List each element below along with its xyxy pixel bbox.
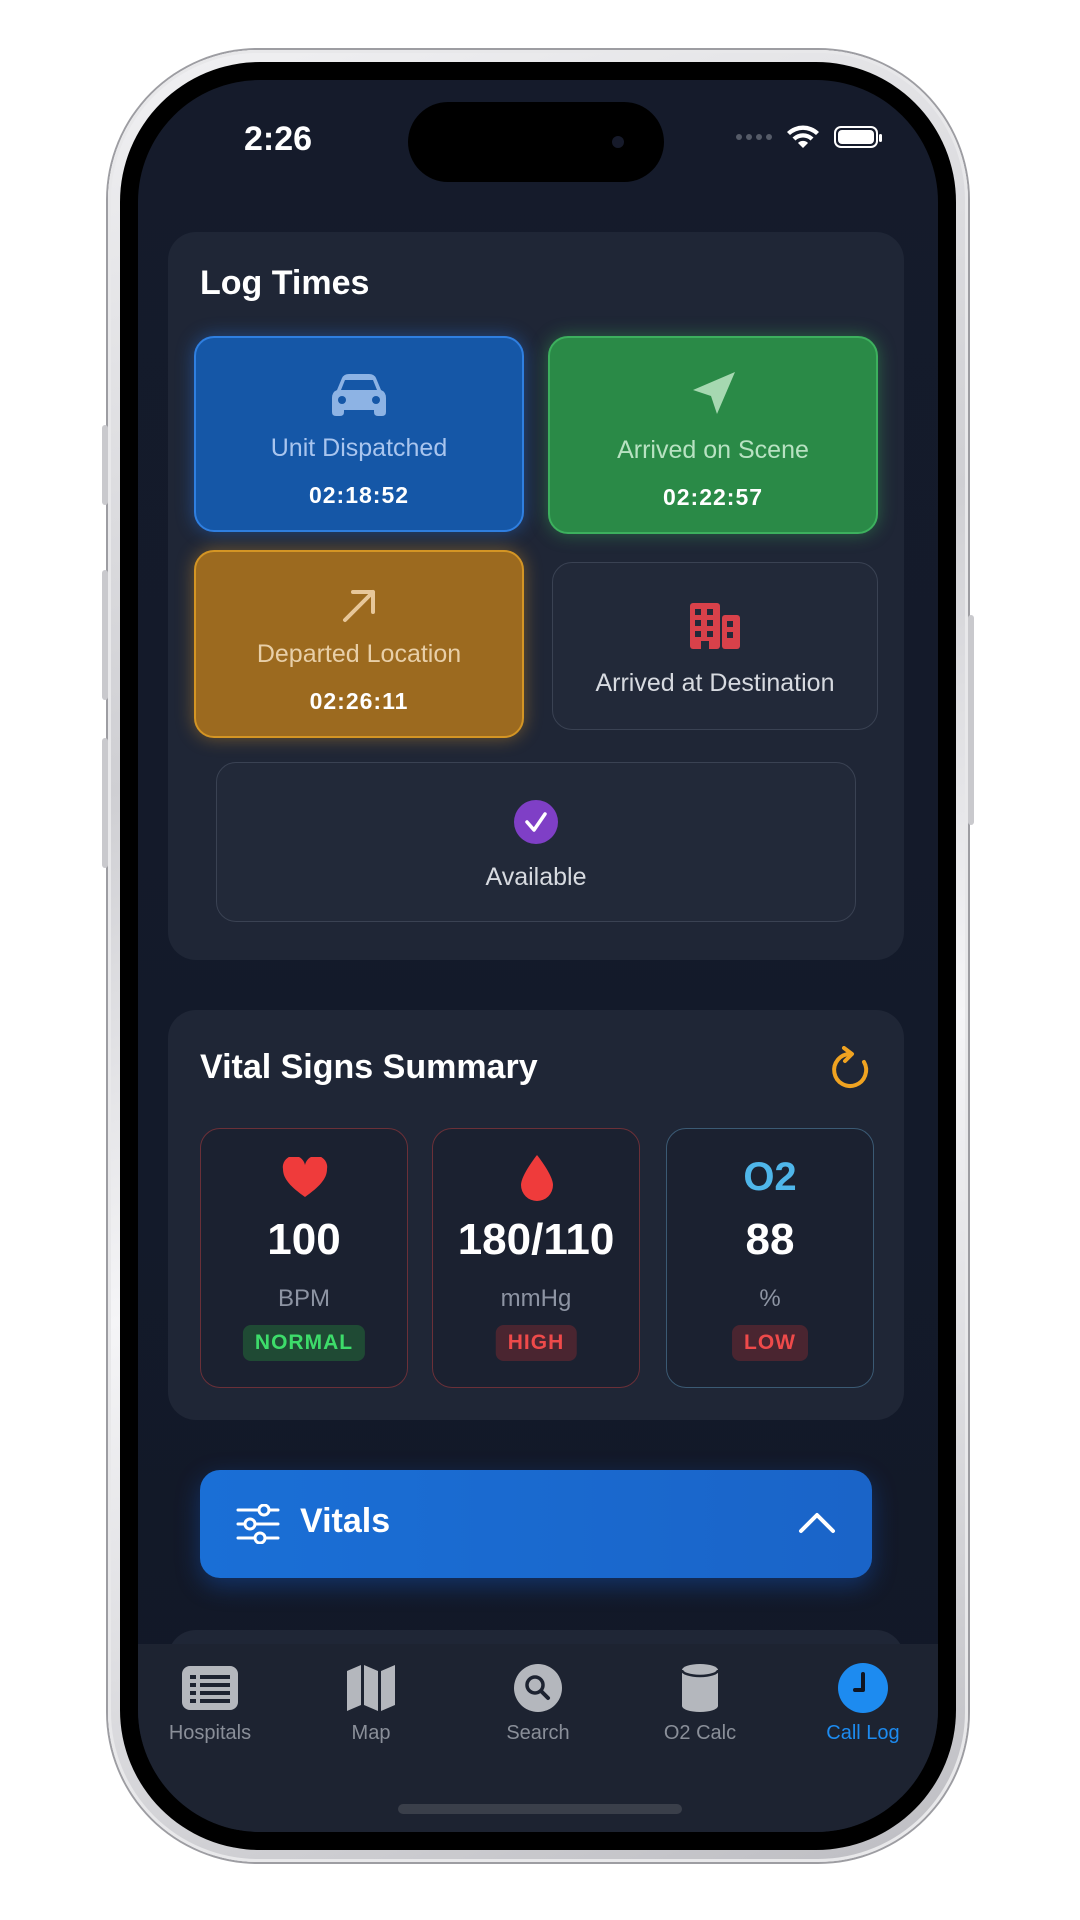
sliders-icon (236, 1504, 280, 1544)
vitals-toggle-button[interactable]: Vitals (200, 1470, 872, 1578)
tab-call-log[interactable]: Call Log (793, 1658, 933, 1745)
location-arrow-icon (550, 370, 876, 418)
arrived-on-scene-label: Arrived on Scene (617, 436, 809, 464)
tab-hospitals[interactable]: Hospitals (140, 1658, 280, 1745)
wifi-icon (787, 125, 819, 148)
tab-hospitals-label: Hospitals (168, 1722, 252, 1744)
car-icon (196, 372, 522, 418)
refresh-icon[interactable] (828, 1046, 872, 1092)
battery-icon (834, 126, 882, 148)
unit-dispatched-button[interactable]: Unit Dispatched 02:18:52 (194, 336, 524, 532)
heart-rate-status-badge: NORMAL (242, 1325, 366, 1361)
available-label: Available (485, 863, 587, 891)
unit-dispatched-label: Unit Dispatched (270, 434, 448, 462)
hospital-building-icon (553, 601, 877, 651)
front-camera (612, 136, 624, 148)
dynamic-island (408, 102, 664, 182)
status-time: 2:26 (244, 120, 313, 158)
heart-rate-tile: 100 BPM NORMAL (200, 1128, 408, 1388)
heart-icon (282, 1157, 328, 1197)
vitals-label: Vitals (300, 1502, 391, 1540)
arrived-on-scene-time: 02:22:57 (662, 484, 764, 510)
departed-location-time: 02:26:11 (309, 688, 409, 714)
unit-dispatched-time: 02:18:52 (308, 482, 410, 508)
log-times-card: Log Times Unit Dispatched 02:18:52 Arriv… (168, 232, 904, 960)
blood-pressure-unit: mmHg (500, 1285, 572, 1312)
arrived-on-scene-button[interactable]: Arrived on Scene 02:22:57 (548, 336, 878, 534)
blood-pressure-tile: 180/110 mmHg HIGH (432, 1128, 640, 1388)
home-indicator[interactable] (398, 1804, 682, 1814)
status-indicators (736, 124, 882, 150)
blood-pressure-value: 180/110 (457, 1215, 615, 1264)
heart-rate-value: 100 (267, 1215, 341, 1264)
blood-pressure-status-badge: HIGH (495, 1325, 577, 1361)
oxygen-saturation-value: 88 (745, 1215, 795, 1264)
map-icon (347, 1665, 395, 1711)
action-button (102, 425, 108, 505)
chevron-up-icon (799, 1513, 835, 1533)
vital-signs-summary-title: Vital Signs Summary (200, 1048, 538, 1086)
tab-o2-calc[interactable]: O2 Calc (630, 1658, 770, 1745)
oxygen-saturation-tile: O2 88 % LOW (666, 1128, 874, 1388)
arrived-at-destination-label: Arrived at Destination (595, 669, 835, 697)
blood-drop-icon (521, 1155, 553, 1201)
heart-rate-unit: BPM (277, 1285, 330, 1312)
departed-location-button[interactable]: Departed Location 02:26:11 (194, 550, 524, 738)
clock-icon (838, 1663, 888, 1713)
tab-bar: Hospitals Map Search O2 Calc Call Log (138, 1644, 938, 1832)
tab-o2-calc-label: O2 Calc (663, 1722, 737, 1744)
volume-down-button (102, 738, 108, 868)
available-button[interactable]: Available (216, 762, 856, 922)
vital-signs-summary-card: Vital Signs Summary 100 BPM NORMAL 180/1… (168, 1010, 904, 1420)
oxygen-saturation-unit: % (759, 1285, 781, 1312)
tab-map-label: Map (351, 1722, 391, 1744)
oxygen-saturation-status-badge: LOW (732, 1325, 808, 1361)
app-screen: 2:26 Log Times Unit Dispatched 02:18:52 … (138, 80, 938, 1832)
cylinder-icon (680, 1664, 720, 1712)
o2-icon: O2 (743, 1155, 797, 1199)
checkmark-circle-icon (217, 799, 855, 845)
log-times-title: Log Times (200, 264, 370, 302)
tab-search[interactable]: Search (468, 1658, 608, 1745)
arrived-at-destination-button[interactable]: Arrived at Destination (552, 562, 878, 730)
list-icon (182, 1666, 238, 1710)
tab-search-label: Search (506, 1722, 570, 1744)
tab-map[interactable]: Map (301, 1658, 441, 1745)
departed-location-label: Departed Location (256, 640, 462, 668)
power-button (968, 615, 974, 825)
volume-up-button (102, 570, 108, 700)
tab-call-log-label: Call Log (826, 1722, 900, 1744)
arrow-up-right-icon (196, 586, 522, 626)
cellular-signal-icon (736, 134, 772, 140)
search-icon (514, 1664, 562, 1712)
